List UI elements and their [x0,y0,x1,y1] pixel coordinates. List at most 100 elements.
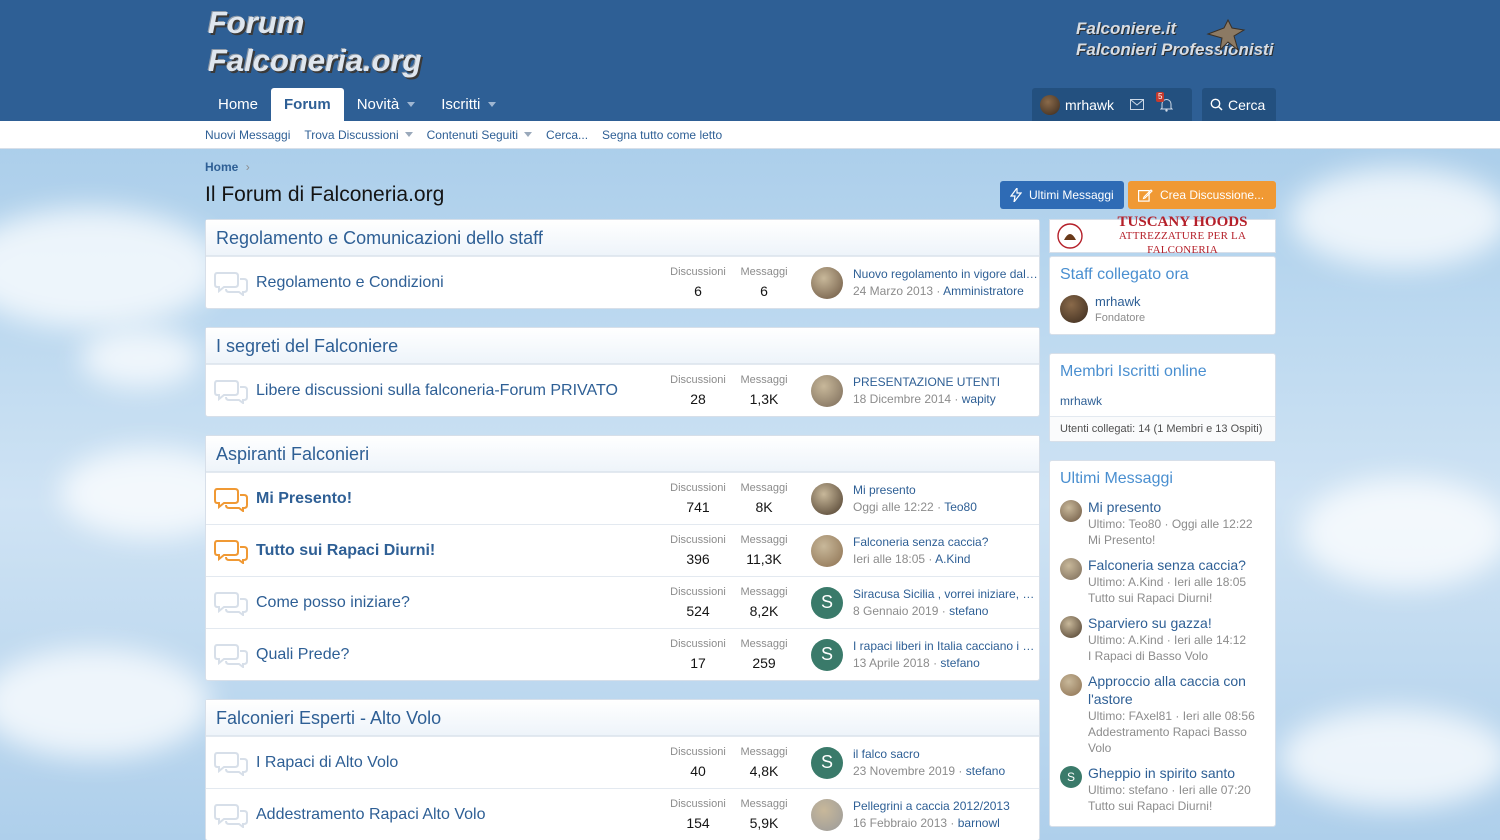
avatar[interactable] [811,374,843,407]
subnav-watched[interactable]: Contenuti Seguiti [427,128,533,142]
category-title[interactable]: Regolamento e Comunicazioni dello staff [206,220,1039,256]
stat-label: Discussioni [670,746,726,758]
last-post-title[interactable]: Falconeria senza caccia? [853,535,1039,549]
account-button[interactable]: mrhawk [1032,88,1122,121]
tab-novita[interactable]: Novità [344,88,429,121]
category-title[interactable]: Falconieri Esperti - Alto Volo [206,700,1039,736]
latest-posts-button[interactable]: Ultimi Messaggi [1000,181,1124,209]
stat-label: Discussioni [670,798,726,810]
last-post-title[interactable]: Mi presento [853,483,1039,497]
forum-title[interactable]: Regolamento e Condizioni [256,274,665,292]
widget-title[interactable]: Membri Iscritti online [1050,354,1275,385]
ad-banner[interactable]: TUSCANY HOODS ATTREZZATURE PER LA FALCON… [1049,215,1276,256]
subnav-find-threads[interactable]: Trova Discussioni [304,128,413,142]
last-post-date[interactable]: 8 Gennaio 2019 [853,604,938,618]
last-post-date[interactable]: 24 Marzo 2013 [853,284,933,298]
last-post-user[interactable]: stefano [949,604,988,618]
chevron-down-icon[interactable] [404,132,413,137]
read-forum-icon [214,643,248,668]
last-post-title[interactable]: PRESENTAZIONE UTENTI [853,375,1039,389]
search-trigger[interactable]: Cerca [1202,88,1273,121]
avatar[interactable]: S [1060,766,1082,788]
post-title[interactable]: Approccio alla caccia con l'astore [1088,672,1265,708]
widget-title[interactable]: Staff collegato ora [1050,257,1275,288]
category-title[interactable]: I segreti del Falconiere [206,328,1039,364]
forum-title[interactable]: Addestramento Rapaci Alto Volo [256,806,665,824]
online-member[interactable]: mrhawk [1050,385,1275,416]
subnav-new-posts[interactable]: Nuovi Messaggi [205,128,290,142]
post-title[interactable]: Mi presento [1088,498,1253,516]
last-post-title[interactable]: I rapaci liberi in Italia cacciano i co.… [853,639,1039,653]
post-title[interactable]: Gheppio in spirito santo [1088,764,1251,782]
breadcrumb[interactable]: Home › [205,160,250,174]
forum-title[interactable]: I Rapaci di Alto Volo [256,754,665,772]
avatar[interactable] [811,798,843,831]
breadcrumb-home[interactable]: Home [205,160,238,174]
tab-forum[interactable]: Forum [271,88,344,121]
last-post-title[interactable]: Pellegrini a caccia 2012/2013 [853,799,1039,813]
chevron-down-icon[interactable] [524,132,533,137]
post-title[interactable]: Falconeria senza caccia? [1088,556,1246,574]
last-post-date[interactable]: 23 Novembre 2019 [853,764,955,778]
post-forum[interactable]: Tutto sui Rapaci Diurni! [1088,590,1246,606]
last-post-user[interactable]: Teo80 [944,500,977,514]
avatar[interactable] [811,534,843,567]
avatar[interactable]: S [811,586,843,619]
chevron-down-icon[interactable] [488,102,497,107]
category-title[interactable]: Aspiranti Falconieri [206,436,1039,472]
tab-home[interactable]: Home [205,88,271,121]
last-post-user[interactable]: stefano [966,764,1005,778]
forum-title[interactable]: Tutto sui Rapaci Diurni! [256,542,665,560]
inbox-button[interactable] [1122,88,1152,121]
last-post-date[interactable]: 18 Dicembre 2014 [853,392,951,406]
latest-post-item: Mi presento Ultimo: Teo80 · Oggi alle 12:… [1060,498,1265,548]
forum-title[interactable]: Come posso iniziare? [256,594,665,612]
search-button[interactable]: Cerca [1202,88,1276,121]
last-post-user[interactable]: A.Kind [935,552,970,566]
chevron-down-icon[interactable] [407,102,416,107]
avatar[interactable] [1060,558,1082,580]
post-title[interactable]: Sparviero su gazza! [1088,614,1246,632]
last-post-title[interactable]: il falco sacro [853,747,1039,761]
last-post-meta: 16 Febbraio 2013 · barnowl [853,816,1000,830]
avatar[interactable] [1060,616,1082,638]
falcon-icon [1206,18,1246,52]
bolt-icon [1010,188,1022,202]
alerts-button[interactable]: 5 [1152,88,1181,121]
post-forum[interactable]: Addestramento Rapaci Basso Volo [1088,724,1265,756]
site-logo[interactable]: Forum Falconeria.org [208,4,422,80]
avatar[interactable] [811,266,843,299]
search-label: Cerca [1228,96,1266,113]
subnav-mark-read[interactable]: Segna tutto come letto [602,128,722,142]
last-post-date[interactable]: 13 Aprile 2018 [853,656,930,670]
last-post-date[interactable]: Ieri alle 18:05 [853,552,925,566]
subnav-search[interactable]: Cerca... [546,128,588,142]
last-post: S I rapaci liberi in Italia cacciano i co… [797,638,1039,671]
post-forum[interactable]: Mi Presento! [1088,532,1253,548]
avatar[interactable] [1060,674,1082,696]
avatar[interactable] [1060,500,1082,522]
forum-title[interactable]: Mi Presento! [256,490,665,508]
staff-name[interactable]: mrhawk [1095,294,1145,309]
last-post-user[interactable]: barnowl [958,816,1000,830]
last-post-date[interactable]: 16 Febbraio 2013 [853,816,947,830]
post-forum[interactable]: Tutto sui Rapaci Diurni! [1088,798,1251,814]
widget-title[interactable]: Ultimi Messaggi [1050,461,1275,492]
forum-title[interactable]: Quali Prede? [256,646,665,664]
last-post-title[interactable]: Siracusa Sicilia , vorrei iniziare, qu..… [853,587,1039,601]
last-post-user[interactable]: wapity [962,392,996,406]
last-post-title[interactable]: Nuovo regolamento in vigore dal 2... [853,267,1039,281]
avatar[interactable] [1060,295,1088,323]
last-post-user[interactable]: Amministratore [943,284,1024,298]
forum-title[interactable]: Libere discussioni sulla falconeria-Foru… [256,382,665,400]
latest-post-item: Sparviero su gazza! Ultimo: A.Kind · Ieri… [1060,614,1265,664]
staff-member[interactable]: mrhawk Fondatore [1060,294,1265,324]
avatar[interactable]: S [811,638,843,671]
last-post-date[interactable]: Oggi alle 12:22 [853,500,934,514]
post-forum[interactable]: I Rapaci di Basso Volo [1088,648,1246,664]
avatar[interactable]: S [811,746,843,779]
create-thread-button[interactable]: Crea Discussione... [1128,181,1276,209]
last-post-user[interactable]: stefano [940,656,979,670]
avatar[interactable] [811,482,843,515]
tab-iscritti[interactable]: Iscritti [428,88,509,121]
